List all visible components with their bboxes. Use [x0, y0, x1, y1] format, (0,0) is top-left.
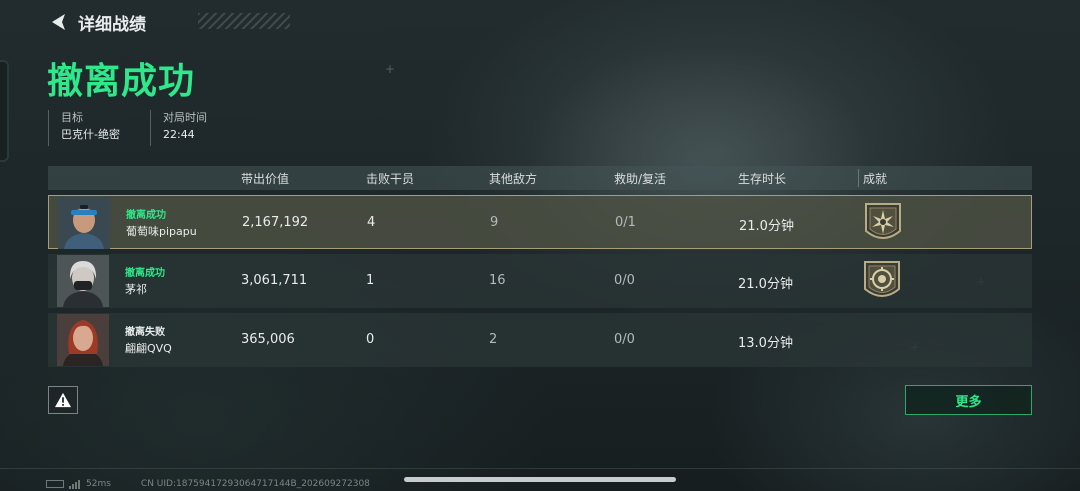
decor-cross: + [385, 62, 396, 76]
table-row[interactable]: 撤离成功 葡萄味pipapu 2,167,192 4 9 0/1 21.0分钟 [48, 195, 1032, 249]
cell-enemies: 2 [489, 332, 498, 347]
match-info: 目标 巴克什-绝密 对局时间 22:44 [48, 110, 237, 146]
info-time-label: 对局时间 [162, 111, 207, 124]
signal-icon [69, 479, 80, 489]
cell-kills: 0 [366, 332, 375, 347]
side-drawer-handle[interactable] [0, 60, 9, 162]
battery-icon [46, 480, 64, 488]
info-target-label: 目标 [61, 111, 83, 124]
player-avatar [58, 197, 110, 249]
cell-enemies: 9 [490, 215, 499, 230]
ping-value: 52ms [86, 479, 111, 489]
cell-rescue: 0/0 [614, 332, 635, 347]
cell-rescue: 0/0 [614, 273, 635, 288]
col-divider [858, 169, 859, 187]
stats-table: 带出价值 击败干员 其他敌方 救助/复活 生存时长 成就 撤离成功 葡萄味pip… [48, 166, 1032, 367]
player-name: 翩翩QVQ [125, 342, 172, 355]
info-match-time: 对局时间 22:44 [149, 110, 237, 146]
player-status: 撤离成功 [126, 210, 166, 221]
cell-survival: 21.0分钟 [738, 277, 793, 292]
cell-rescue: 0/1 [615, 215, 636, 230]
warning-icon [55, 392, 71, 408]
col-header-survival: 生存时长 [738, 172, 787, 186]
back-arrow-icon[interactable] [48, 11, 70, 33]
cell-kills: 4 [367, 215, 376, 230]
achievement-badge-icon[interactable] [862, 201, 904, 245]
col-header-kills: 击败干员 [366, 172, 415, 186]
header: 详细战绩 [48, 10, 290, 35]
cell-value: 365,006 [241, 332, 295, 347]
achievement-badge-icon[interactable] [861, 259, 903, 303]
cell-value: 2,167,192 [242, 215, 309, 230]
cell-enemies: 16 [489, 273, 506, 288]
player-status: 撤离成功 [125, 268, 165, 279]
player-name: 茅祁 [125, 283, 147, 296]
footer-divider [0, 468, 1080, 469]
table-header: 带出价值 击败干员 其他敌方 救助/复活 生存时长 成就 [48, 166, 1032, 190]
cell-value: 3,061,711 [241, 273, 308, 288]
page-title: 详细战绩 [78, 14, 146, 35]
extraction-result-title: 撤离成功 [47, 61, 196, 102]
cell-kills: 1 [366, 273, 375, 288]
cell-survival: 13.0分钟 [738, 336, 793, 351]
report-button[interactable] [48, 386, 78, 414]
col-header-achievement: 成就 [863, 172, 888, 186]
cell-survival: 21.0分钟 [739, 219, 794, 234]
info-time-value: 22:44 [162, 128, 195, 141]
info-target: 目标 巴克什-绝密 [48, 110, 150, 146]
player-status: 撤离失败 [125, 327, 165, 338]
player-name: 葡萄味pipapu [126, 225, 197, 238]
home-indicator[interactable] [404, 477, 676, 482]
col-header-value: 带出价值 [241, 172, 290, 186]
table-row[interactable]: 撤离成功 茅祁 3,061,711 1 16 0/0 21.0分钟 [48, 254, 1032, 308]
more-button[interactable]: 更多 [905, 385, 1032, 415]
user-uid: CN UID:18759417293064717144B_2026092723​… [140, 479, 370, 489]
info-target-value: 巴克什-绝密 [61, 128, 120, 141]
player-avatar [57, 255, 109, 307]
col-header-enemies: 其他敌方 [489, 172, 538, 186]
header-stripe-decoration [198, 13, 290, 29]
col-header-rescue: 救助/复活 [614, 172, 667, 186]
table-row[interactable]: 撤离失败 翩翩QVQ 365,006 0 2 0/0 13.0分钟 [48, 313, 1032, 367]
player-avatar [57, 314, 109, 366]
footer-status-bar: 52ms CN UID:18759417293064717144B_202609… [46, 479, 370, 489]
